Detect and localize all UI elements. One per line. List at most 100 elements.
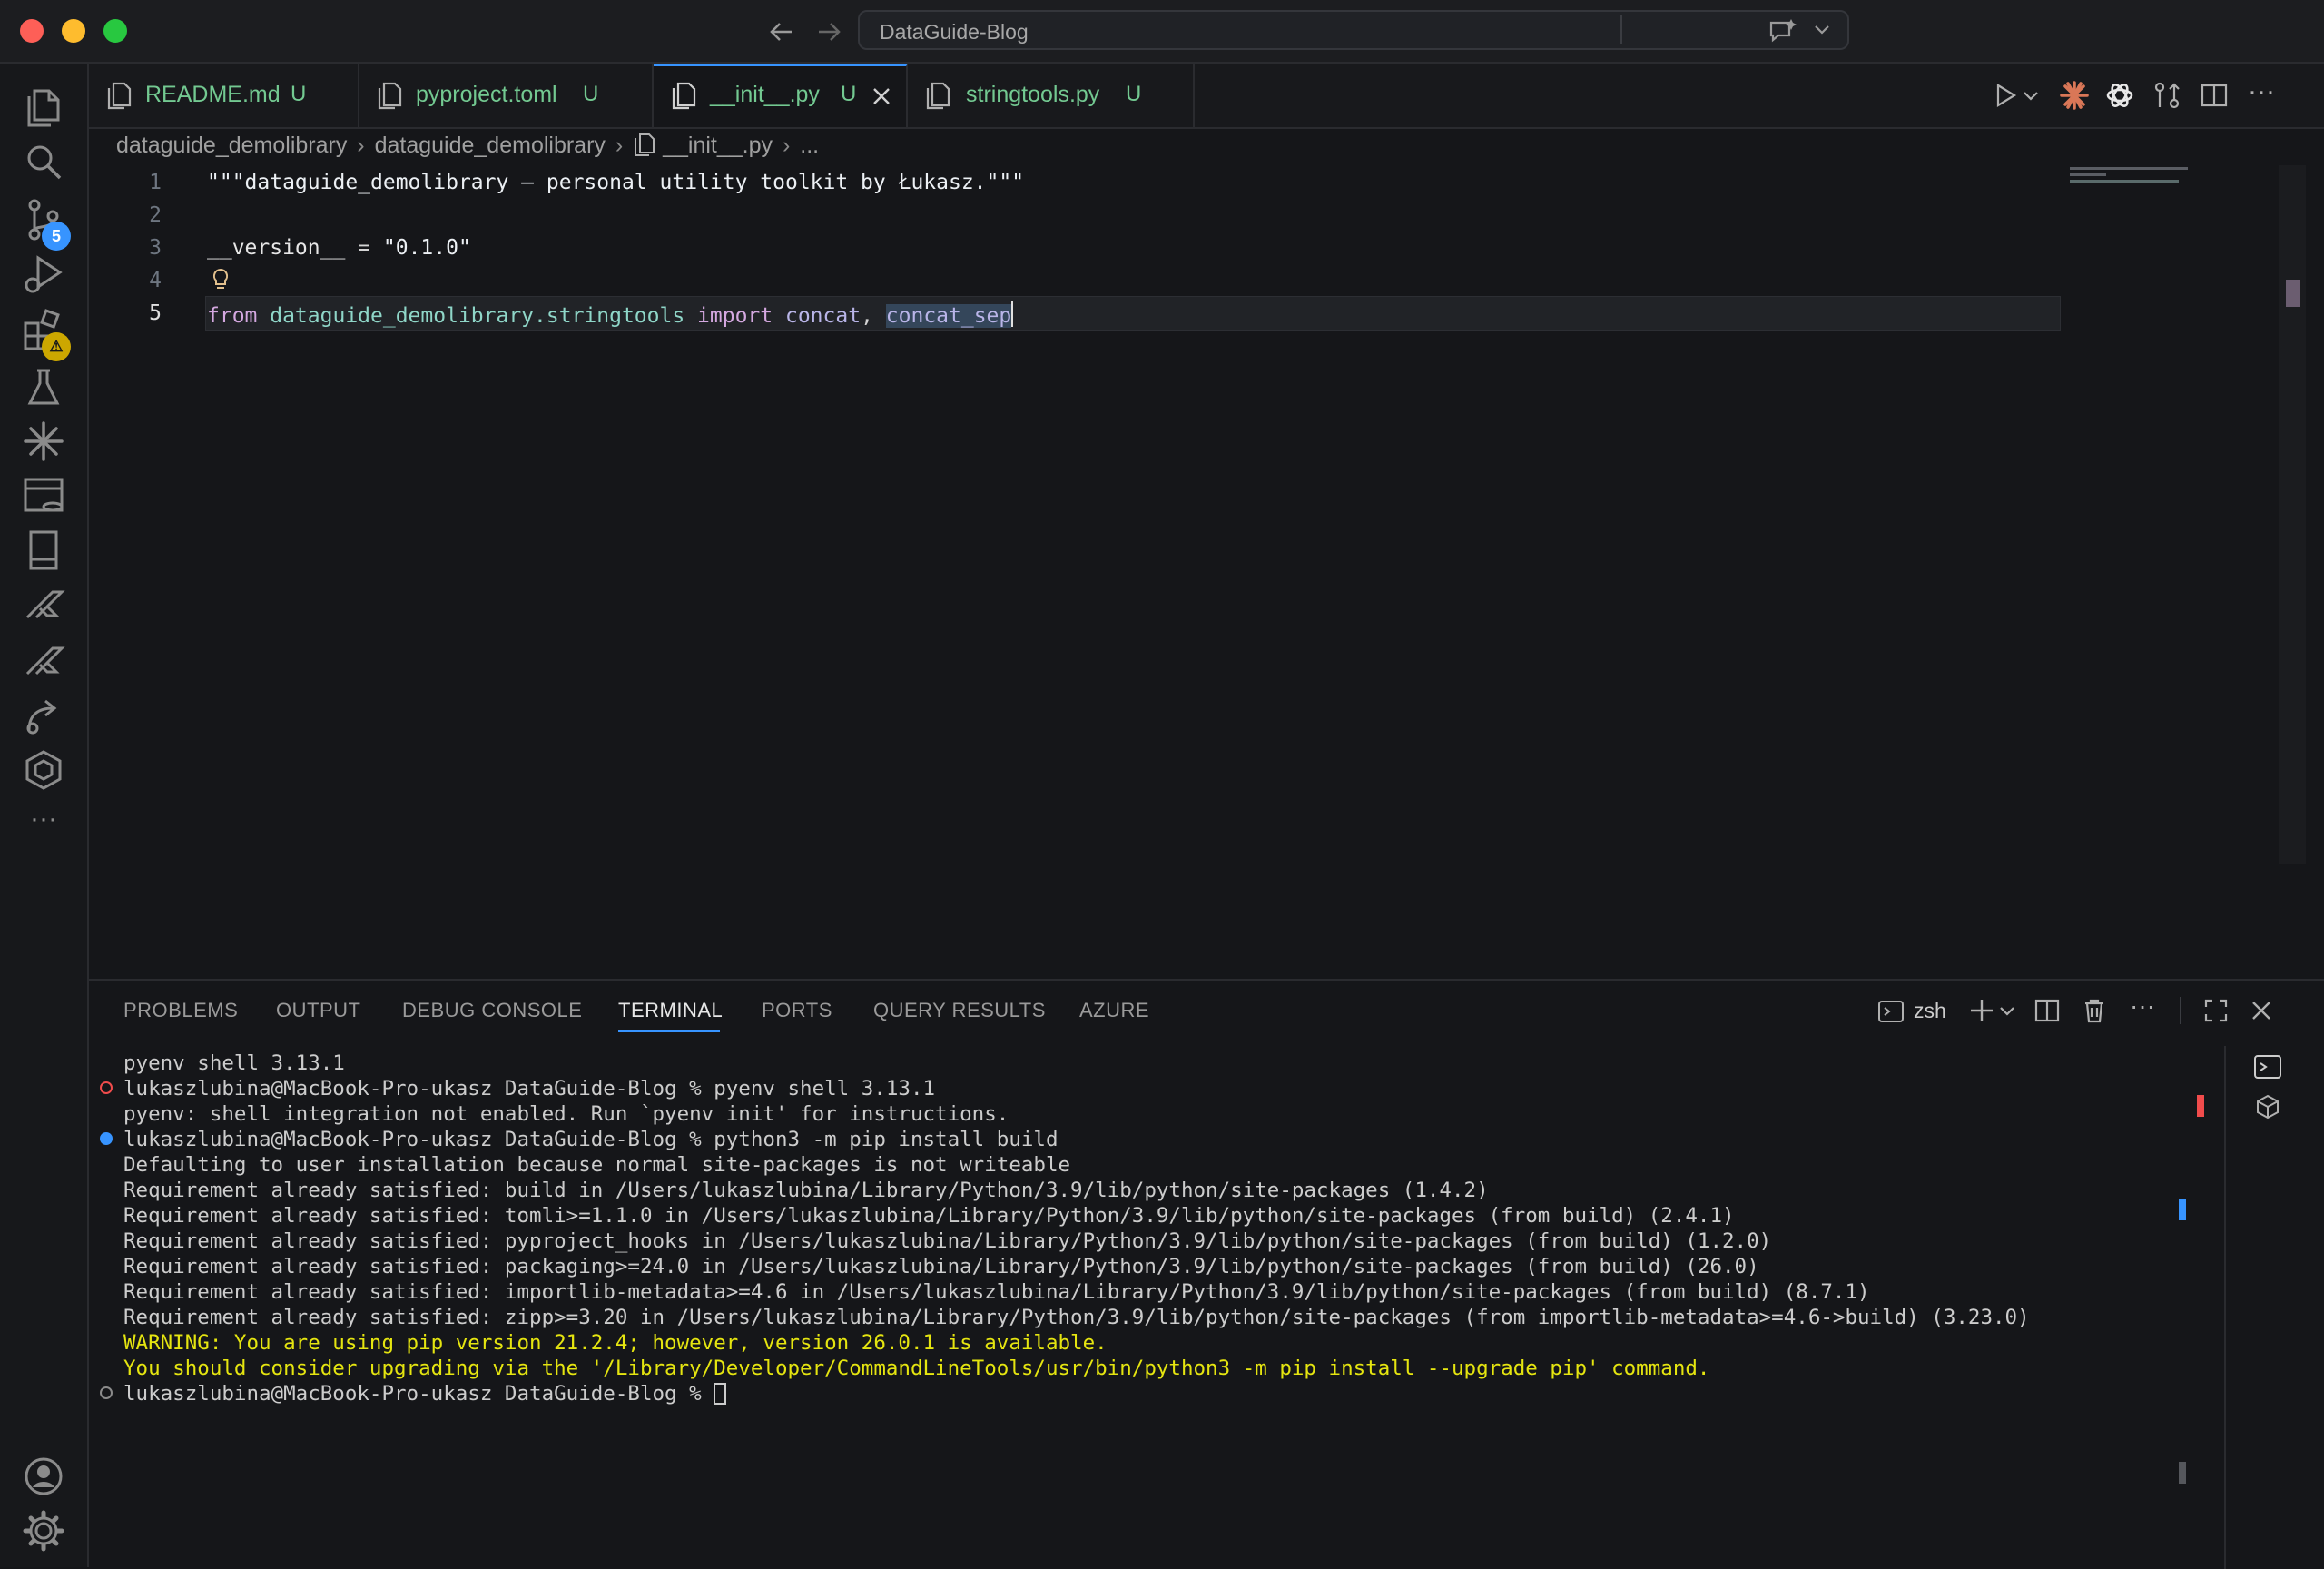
error-decoration-icon[interactable] [100,1081,113,1094]
package-cube-icon[interactable] [2255,1093,2280,1120]
minimize-window-button[interactable] [62,19,85,43]
run-debug-icon[interactable] [20,251,67,298]
line-number: 3 [149,236,162,260]
more-actions-icon[interactable]: ··· [2130,992,2155,1021]
tab-query-results[interactable]: QUERY RESULTS [873,999,1046,1022]
chevron-down-icon[interactable] [1813,21,1831,39]
new-terminal-plus-icon[interactable] [1968,997,1995,1024]
close-window-button[interactable] [20,19,44,43]
chevron-right-icon: › [783,133,791,158]
tab-terminal[interactable]: TERMINAL [618,999,723,1022]
breadcrumb: dataguide_demolibrary › dataguide_demoli… [116,132,819,164]
code-token: from [207,304,258,328]
command-center-search[interactable]: DataGuide-Blog [858,10,1849,50]
terminal-warning-line: You should consider upgrading via the '/… [123,1357,1710,1380]
tab-label: README.md [145,82,281,107]
tab-output[interactable]: OUTPUT [276,999,360,1022]
account-icon[interactable] [20,1453,67,1500]
code-token: import [697,304,773,328]
tab-azure[interactable]: AZURE [1079,999,1149,1022]
chevron-down-icon[interactable] [1999,1004,2015,1019]
terminal-line: pyenv: shell integration not enabled. Ru… [123,1102,1009,1126]
window-title: DataGuide-Blog [880,20,1029,44]
close-tab-icon[interactable] [872,86,891,106]
terminal-line: Requirement already satisfied: build in … [123,1179,1489,1202]
breadcrumb-item[interactable]: dataguide_demolibrary [116,133,347,158]
selected-code-token: concat_sep [885,304,1012,328]
close-panel-icon[interactable] [2250,999,2273,1022]
tab-status: U [1126,82,1142,106]
more-actions-icon[interactable]: ··· [2248,76,2275,107]
notebook-icon[interactable] [20,527,67,574]
code-token: dataguide_demolibrary.stringtools [257,304,698,328]
testing-flask-icon[interactable] [20,363,67,410]
claude-logo-icon[interactable] [2059,80,2090,111]
tab-pyproject[interactable]: pyproject.toml U [359,64,654,127]
file-copy-icon [378,82,402,110]
chat-sparkle-icon[interactable] [1768,17,1798,44]
code-line-docstring[interactable]: """dataguide_demolibrary — personal util… [207,171,1024,194]
command-decoration-icon[interactable] [100,1132,113,1145]
file-copy-icon [107,82,132,110]
warning-badge-icon: ⚠ [42,332,71,361]
explorer-icon[interactable] [20,82,67,129]
file-copy-icon [926,82,950,110]
tab-debug-console[interactable]: DEBUG CONSOLE [402,999,582,1022]
line-number: 2 [149,203,162,227]
chatgpt-logo-icon[interactable] [2104,80,2135,111]
maximize-panel-icon[interactable] [2202,997,2230,1024]
forward-arrow-icon[interactable] [815,18,842,45]
settings-gear-icon[interactable] [20,1507,67,1554]
trash-icon[interactable] [2081,997,2108,1024]
tab-label: stringtools.py [966,82,1100,107]
terminal-warning-line: WARNING: You are using pip version 21.2.… [123,1331,1108,1355]
split-terminal-icon[interactable] [2034,997,2061,1024]
split-editor-icon[interactable] [2199,80,2230,111]
divider [1620,15,1622,44]
minimap[interactable] [2070,165,2188,187]
flutter-icon[interactable] [20,581,67,628]
file-copy-icon [672,82,696,110]
remote-share-icon[interactable] [20,692,67,739]
extensions-icon[interactable]: ⚠ [20,307,71,361]
breadcrumb-item[interactable]: dataguide_demolibrary [375,133,606,158]
prompt-decoration-icon[interactable] [100,1386,113,1399]
tab-readme[interactable]: README.md U [89,64,359,127]
back-arrow-icon[interactable] [768,18,795,45]
terminal-instance-icon[interactable] [2253,1053,2282,1081]
line-number: 5 [149,301,162,325]
lightbulb-icon[interactable] [211,267,231,292]
terminal-prompt[interactable]: lukaszlubina@MacBook-Pro-ukasz DataGuide… [123,1382,727,1406]
editor-scrollbar[interactable] [2279,165,2306,864]
source-control-badge: 5 [42,222,71,251]
terminal-line: Requirement already satisfied: zipp>=3.2… [123,1306,2030,1329]
chevron-down-icon[interactable] [2023,89,2039,104]
code-line-import[interactable]: from dataguide_demolibrary.stringtools i… [207,301,1014,328]
tab-init[interactable]: __init__.py U [654,64,908,127]
tab-label: pyproject.toml [416,82,557,107]
text-cursor [1011,301,1014,327]
run-play-icon[interactable] [1992,82,2019,109]
terminal-tabs-list [2224,1046,2324,1569]
tab-problems[interactable]: PROBLEMS [123,999,238,1022]
search-icon[interactable] [20,138,67,185]
code-token: __version__ [207,236,346,260]
terminal-scrollbar[interactable] [2179,1062,2206,1484]
breadcrumb-item[interactable]: ... [800,133,819,158]
claude-sparkle-icon[interactable] [20,418,67,465]
line-number: 4 [149,269,162,292]
compare-changes-icon[interactable] [2152,80,2182,111]
zoom-window-button[interactable] [103,19,127,43]
more-ellipsis-icon[interactable]: ··· [20,801,67,848]
source-control-icon[interactable]: 5 [20,196,71,251]
openai-icon[interactable] [20,746,67,794]
code-token: concat [773,304,862,328]
database-explorer-icon[interactable] [20,472,67,519]
flutter-alt-icon[interactable] [20,637,67,685]
code-line-version[interactable]: __version__ = "0.1.0" [207,236,471,260]
tab-label: __init__.py [710,82,820,107]
tab-ports[interactable]: PORTS [762,999,832,1022]
terminal-shell-name[interactable]: zsh [1914,999,1946,1023]
tab-stringtools[interactable]: stringtools.py U [908,64,1195,127]
breadcrumb-item[interactable]: __init__.py [663,133,773,158]
